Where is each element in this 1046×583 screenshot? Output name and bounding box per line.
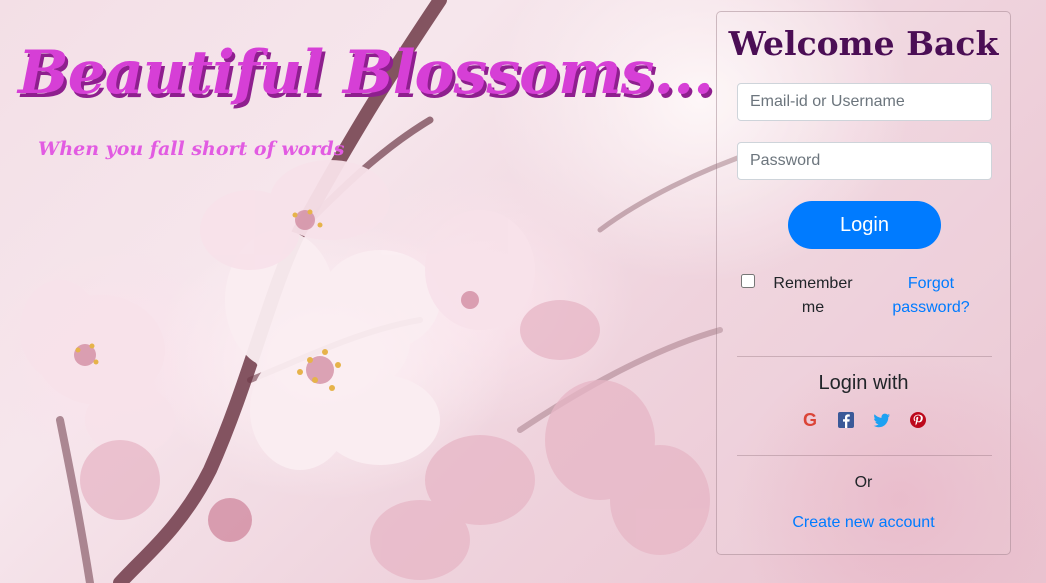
remember-me-checkbox[interactable] bbox=[741, 274, 755, 288]
password-input[interactable] bbox=[737, 142, 992, 180]
login-button[interactable]: Login bbox=[788, 201, 941, 249]
twitter-icon[interactable] bbox=[872, 410, 892, 430]
google-icon[interactable]: G bbox=[800, 410, 820, 430]
email-username-input[interactable] bbox=[737, 83, 992, 121]
social-login-icons: G bbox=[717, 410, 1010, 430]
brand-subtitle: When you fall short of words bbox=[38, 138, 345, 160]
forgot-password-link[interactable]: Forgot password? bbox=[881, 272, 981, 320]
brand-title: Beautiful Blossoms... bbox=[18, 38, 714, 108]
facebook-icon[interactable] bbox=[836, 410, 856, 430]
login-with-label: Login with bbox=[818, 372, 909, 394]
svg-text:G: G bbox=[802, 410, 816, 430]
login-card: Welcome Back Login Remember me Forgot pa… bbox=[716, 11, 1011, 555]
create-account-link[interactable]: Create new account bbox=[717, 514, 1010, 532]
pinterest-icon[interactable] bbox=[908, 410, 928, 430]
login-page: Beautiful Blossoms... When you fall shor… bbox=[0, 0, 1046, 583]
welcome-heading: Welcome Back bbox=[728, 24, 999, 63]
divider bbox=[737, 356, 992, 357]
remember-me-label[interactable]: Remember me bbox=[763, 272, 863, 320]
divider bbox=[737, 455, 992, 456]
remember-me: Remember me bbox=[741, 274, 871, 324]
or-label: Or bbox=[854, 474, 873, 491]
